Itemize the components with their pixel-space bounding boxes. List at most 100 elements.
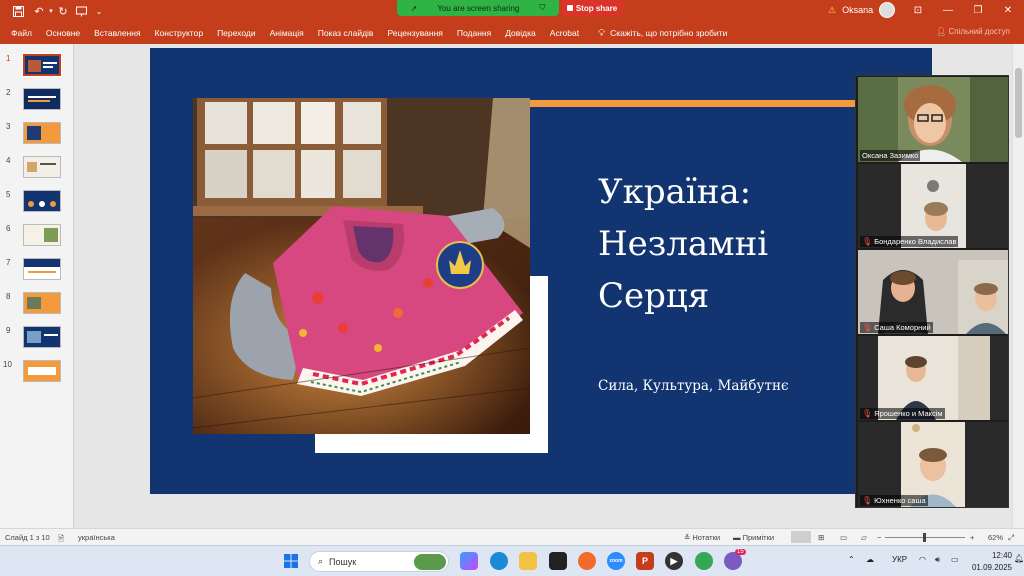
slideshow-icon[interactable] — [73, 3, 89, 19]
tab-file[interactable]: Файл — [4, 28, 39, 38]
thumb-number: 6 — [6, 224, 11, 233]
onedrive-status-icon[interactable]: ☁ — [866, 555, 874, 564]
vertical-scrollbar[interactable] — [1012, 44, 1024, 528]
media-player-icon[interactable]: ▶ — [665, 552, 683, 570]
scrollbar-thumb[interactable] — [1015, 68, 1022, 138]
thumbnail-slide-8[interactable] — [23, 292, 61, 314]
thumb-number: 9 — [6, 326, 11, 335]
thumbnail-slide-3[interactable] — [23, 122, 61, 144]
close-icon[interactable]: ✕ — [994, 2, 1022, 18]
avatar[interactable] — [879, 2, 896, 18]
restore-icon[interactable]: ❐ — [964, 2, 992, 18]
tab-home[interactable]: Основне — [39, 28, 87, 38]
account-area[interactable]: ⚠ Oksana — [828, 2, 896, 18]
store-icon[interactable] — [549, 552, 567, 570]
chrome-icon[interactable] — [695, 552, 713, 570]
zoom-level[interactable]: 62% — [988, 533, 1003, 542]
participant-video-tile[interactable]: 🎙︎ Саша Коморний — [858, 250, 1008, 334]
screen-sharing-banner[interactable]: ➚ You are screen sharing ⛉ — [397, 0, 559, 16]
language-indicator[interactable]: українська — [78, 533, 115, 542]
tab-slideshow[interactable]: Показ слайдів — [311, 28, 381, 38]
participant-video-tile[interactable]: 🎙︎ Бондаренко Владислав — [858, 164, 1008, 248]
video-gallery-panel[interactable]: Оксана Зазимко 🎙︎ Бондаренко Владислав 🎙… — [855, 75, 1009, 508]
stop-square-icon — [566, 5, 573, 11]
tab-animations[interactable]: Анімація — [263, 28, 311, 38]
share-button[interactable]: 👤︎ Спільний доступ — [936, 27, 1010, 36]
thumbnail-slide-5[interactable] — [23, 190, 61, 212]
share-arrow-icon: ➚ — [410, 3, 418, 13]
zoom-in-icon[interactable]: + — [970, 533, 974, 542]
tab-view[interactable]: Подання — [450, 28, 498, 38]
status-bar: Слайд 1 з 10 🗎︎ українська ≚ Нотатки ▬ П… — [0, 528, 1024, 545]
thumbnail-slide-6[interactable] — [23, 224, 61, 246]
lightbulb-icon: 💡︎ — [598, 27, 606, 39]
input-language[interactable]: УКР — [892, 555, 907, 564]
share-label: Спільний доступ — [948, 27, 1010, 36]
zoom-out-icon[interactable]: − — [877, 533, 881, 542]
presenter-view-icon[interactable]: ▱ — [861, 533, 867, 542]
notifications-bell-icon[interactable]: 🔔︎ — [1014, 554, 1024, 563]
minimize-icon[interactable]: — — [934, 2, 962, 18]
tab-acrobat[interactable]: Acrobat — [543, 28, 586, 38]
embroidered-shirt-photo[interactable] — [193, 98, 530, 434]
powerpoint-icon[interactable]: P — [636, 552, 654, 570]
thumbnail-slide-4[interactable] — [23, 156, 61, 178]
slide-canvas[interactable]: Україна: Незламні Серця Сила, Культура, … — [150, 48, 932, 494]
mic-muted-icon: 🎙︎ — [862, 409, 873, 418]
thumb-number: 3 — [6, 122, 11, 131]
slide-title-line-3: Серця — [598, 276, 710, 316]
tab-transitions[interactable]: Переходи — [210, 28, 263, 38]
thumbnail-slide-2[interactable] — [23, 88, 61, 110]
tab-insert[interactable]: Вставлення — [87, 28, 147, 38]
battery-icon[interactable]: ▭ — [951, 555, 959, 564]
fit-to-window-icon[interactable]: ⤢ — [1008, 533, 1014, 543]
slide-title-line-1: Україна: — [598, 172, 752, 212]
tray-chevron-icon[interactable]: ⌃ — [848, 555, 855, 564]
participant-video-tile[interactable]: 🎙︎ Юхненко саша — [858, 422, 1008, 507]
stop-share-button[interactable]: Stop share — [561, 0, 623, 16]
thumbnail-slide-7[interactable] — [23, 258, 61, 280]
participant-name: Ярошенко и Максім — [874, 409, 943, 418]
thumb-number: 8 — [6, 292, 11, 301]
user-name: Oksana — [842, 5, 874, 15]
tab-help[interactable]: Довідка — [498, 28, 543, 38]
participant-name-label: 🎙︎ Саша Коморний — [860, 322, 933, 333]
redo-icon[interactable]: ↻ — [55, 3, 71, 19]
participant-video-tile[interactable]: 🎙︎ Ярошенко и Максім — [858, 336, 1008, 420]
participant-name-label: 🎙︎ Бондаренко Владислав — [860, 236, 959, 247]
notes-label: Нотатки — [692, 533, 721, 542]
edge-icon[interactable] — [490, 552, 508, 570]
clock[interactable]: 12:40 01.09.2025 — [968, 550, 1012, 574]
slide-sorter-icon[interactable]: ⊞ — [818, 533, 824, 542]
participant-name-label: 🎙︎ Ярошенко и Максім — [860, 408, 945, 419]
windows-start-icon[interactable] — [282, 552, 300, 570]
slide-title[interactable]: Україна: Незламні Серця — [598, 166, 898, 322]
thumbnail-slide-10[interactable] — [23, 360, 61, 382]
normal-view-icon[interactable] — [791, 531, 811, 543]
tell-me-search[interactable]: 💡︎ Скажіть, що потрібно зробити — [598, 28, 727, 39]
search-icon: ⌕ — [318, 556, 324, 566]
thumbnail-slide-9[interactable] — [23, 326, 61, 348]
tab-design[interactable]: Конструктор — [148, 28, 210, 38]
tab-review[interactable]: Рецензування — [380, 28, 449, 38]
firefox-icon[interactable] — [578, 552, 596, 570]
warning-icon: ⚠ — [828, 4, 837, 15]
comments-button[interactable]: ▬ Примітки — [733, 533, 774, 542]
file-explorer-icon[interactable] — [519, 552, 537, 570]
ribbon-display-icon[interactable]: ⊡ — [904, 2, 932, 18]
notes-button[interactable]: ≚ Нотатки — [684, 533, 720, 542]
save-icon[interactable] — [10, 3, 26, 19]
copilot-icon[interactable] — [460, 552, 478, 570]
slide-subtitle[interactable]: Сила, Культура, Майбутнє — [598, 378, 789, 394]
mic-muted-icon: 🎙︎ — [862, 237, 873, 246]
zoom-icon[interactable]: zoom — [607, 552, 625, 570]
wifi-icon[interactable]: ◠ — [919, 555, 926, 564]
slide-title-line-2: Незламні — [598, 224, 769, 264]
taskbar-search[interactable]: ⌕ Пошук — [309, 551, 449, 572]
zoom-slider-handle[interactable] — [923, 533, 926, 542]
volume-icon[interactable]: 🔊︎ — [935, 555, 940, 565]
reading-view-icon[interactable]: ▭ — [840, 533, 847, 542]
customize-toolbar-icon[interactable]: ⌄ — [91, 3, 107, 19]
participant-video-tile[interactable]: Оксана Зазимко — [858, 77, 1008, 162]
thumbnail-slide-1[interactable] — [22, 53, 62, 77]
